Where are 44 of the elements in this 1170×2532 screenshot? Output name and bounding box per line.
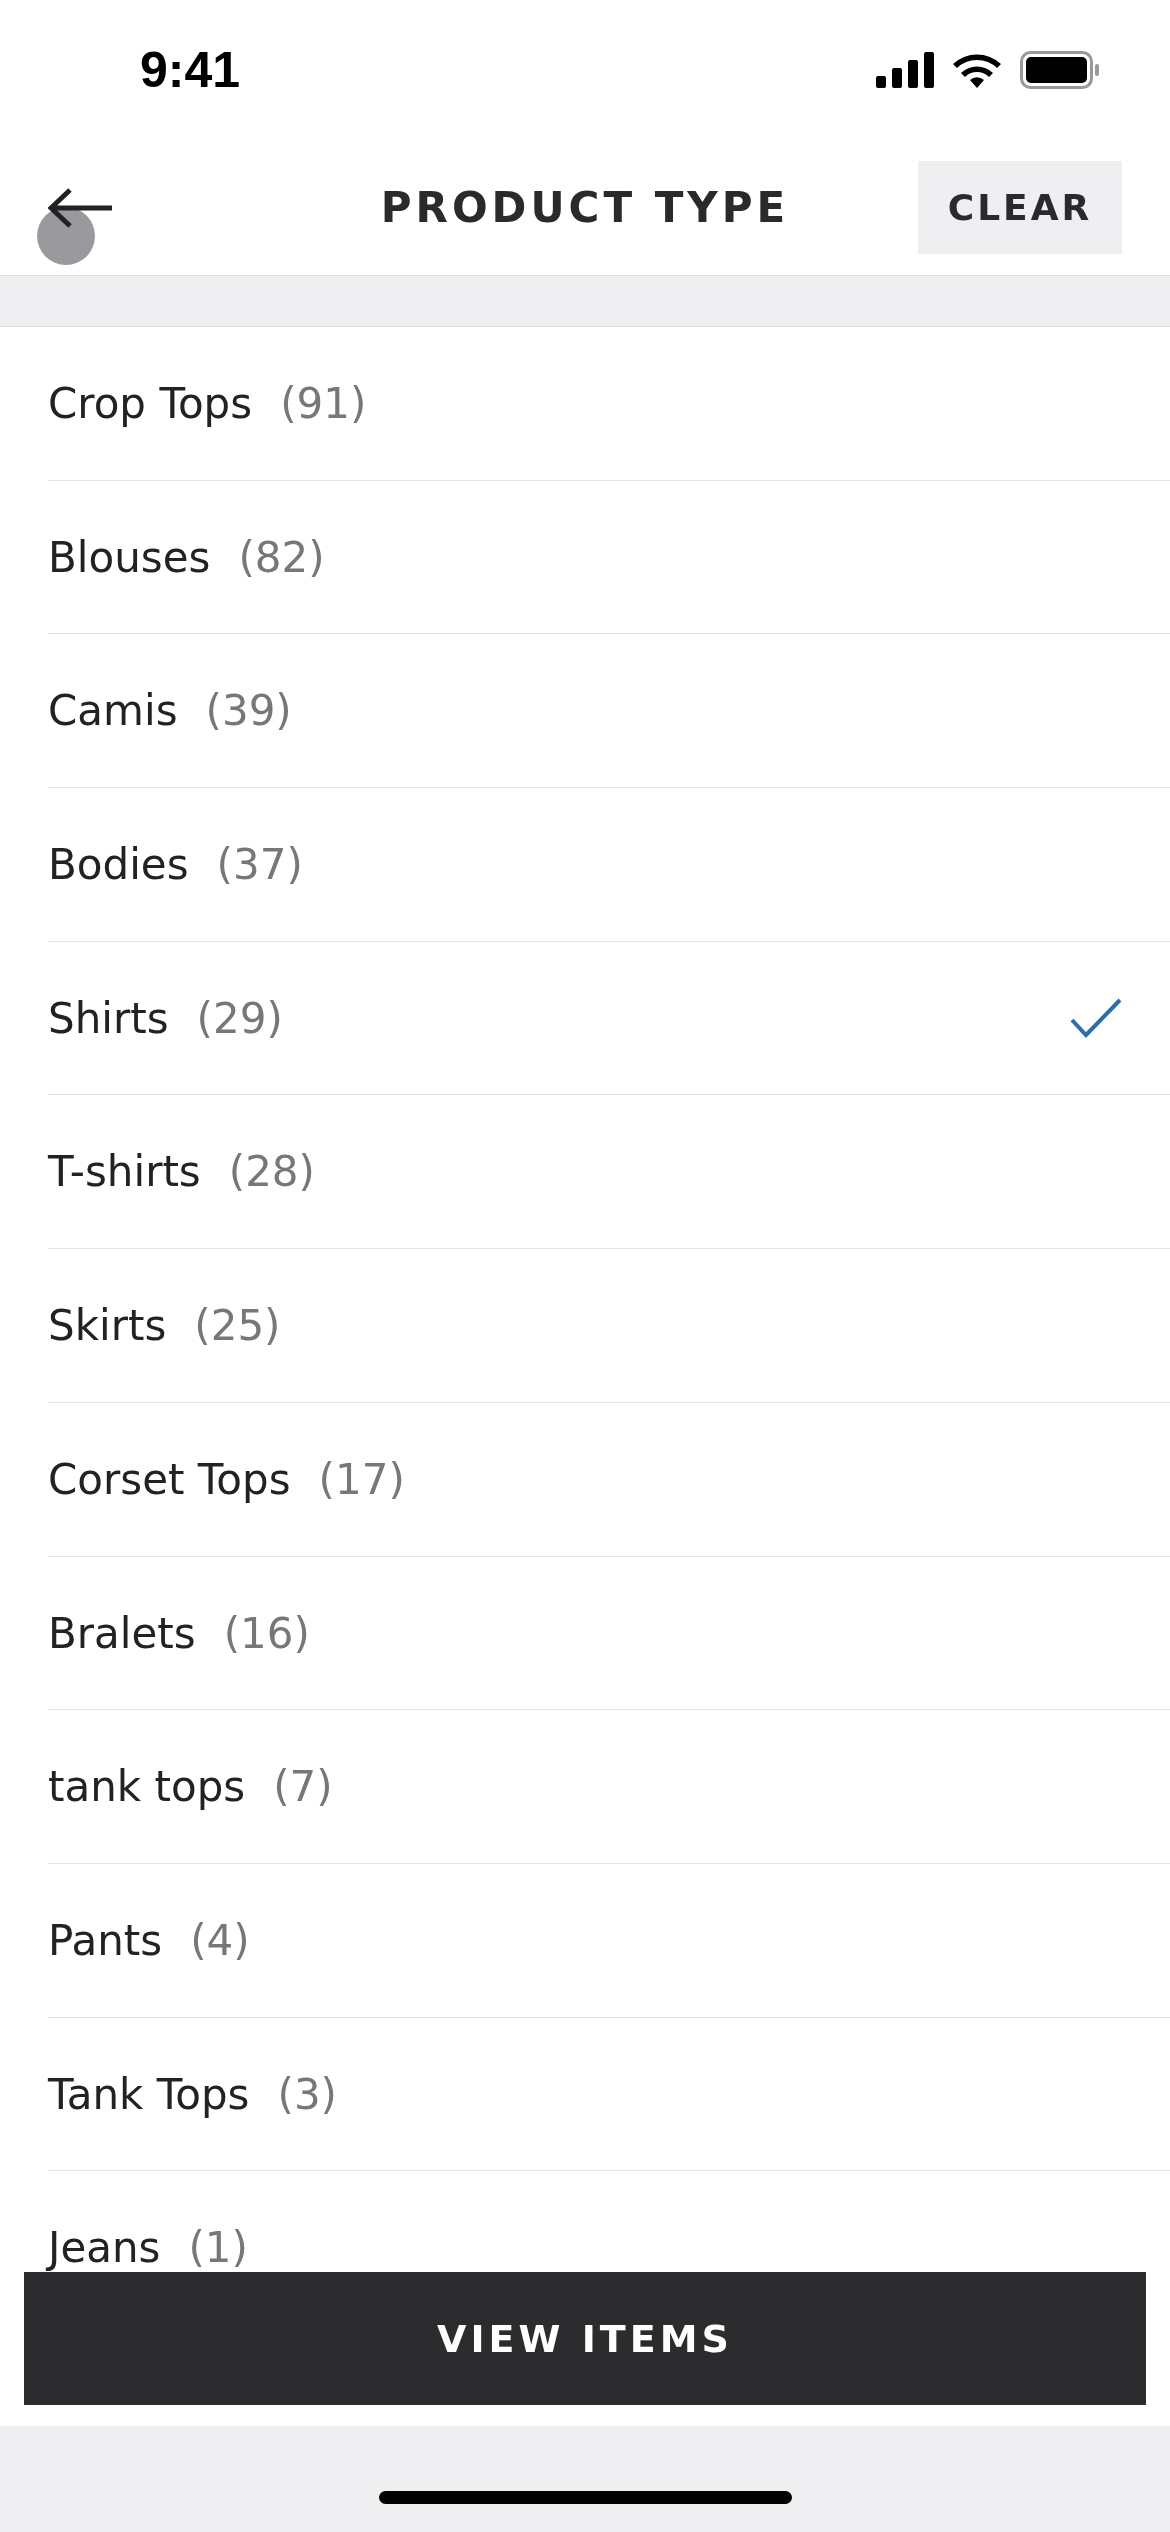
list-item[interactable]: Crop Tops (91) [48, 327, 1170, 481]
list-item[interactable]: Skirts (25) [48, 1249, 1170, 1403]
item-name: Camis [48, 686, 178, 736]
item-count: (7) [273, 1762, 333, 1812]
list-item[interactable]: Tank Tops (3) [48, 2017, 1170, 2172]
status-time: 9:41 [140, 41, 241, 99]
list-item[interactable]: tank tops (7) [48, 1710, 1170, 1864]
item-name: Shirts [48, 993, 169, 1043]
item-count: (1) [188, 2223, 248, 2272]
item-name: Skirts [48, 1301, 167, 1351]
item-name: Bralets [48, 1608, 196, 1658]
item-name: T-shirts [48, 1147, 201, 1197]
item-count: (4) [190, 1915, 250, 1965]
clear-button[interactable]: CLEAR [918, 161, 1122, 254]
list-item[interactable]: Bralets (16) [48, 1556, 1170, 1711]
signal-icon [876, 52, 934, 88]
item-count: (37) [216, 840, 303, 890]
item-count: (28) [228, 1147, 315, 1197]
item-count: (82) [238, 532, 325, 582]
item-count: (91) [280, 379, 367, 428]
wifi-icon [952, 52, 1002, 88]
view-items-button[interactable]: VIEW ITEMS [24, 2272, 1146, 2405]
list-item[interactable]: Corset Tops (17) [48, 1402, 1170, 1557]
item-name: Pants [48, 1915, 163, 1965]
list-item[interactable]: Pants (4) [48, 1863, 1170, 2018]
item-count: (25) [194, 1301, 281, 1351]
item-name: Blouses [48, 532, 211, 582]
item-count: (39) [205, 686, 292, 736]
item-count: (3) [277, 2069, 337, 2119]
item-count: (17) [318, 1454, 405, 1504]
item-count: (29) [196, 993, 283, 1043]
item-name: Corset Tops [48, 1454, 291, 1504]
item-count: (16) [223, 1608, 310, 1658]
item-name: tank tops [48, 1762, 246, 1812]
list-item[interactable]: Camis (39) [48, 634, 1170, 789]
list-item[interactable]: T-shirts (28) [48, 1095, 1170, 1250]
item-name: Bodies [48, 840, 189, 890]
list-item[interactable]: Blouses (82) [48, 480, 1170, 635]
battery-icon [1020, 51, 1100, 89]
page-title: PRODUCT TYPE [380, 183, 790, 232]
list-item[interactable]: Bodies (37) [48, 788, 1170, 942]
item-name: Crop Tops [48, 379, 253, 428]
item-name: Tank Tops [48, 2069, 250, 2119]
list-item[interactable]: Shirts (29) [48, 941, 1170, 1096]
